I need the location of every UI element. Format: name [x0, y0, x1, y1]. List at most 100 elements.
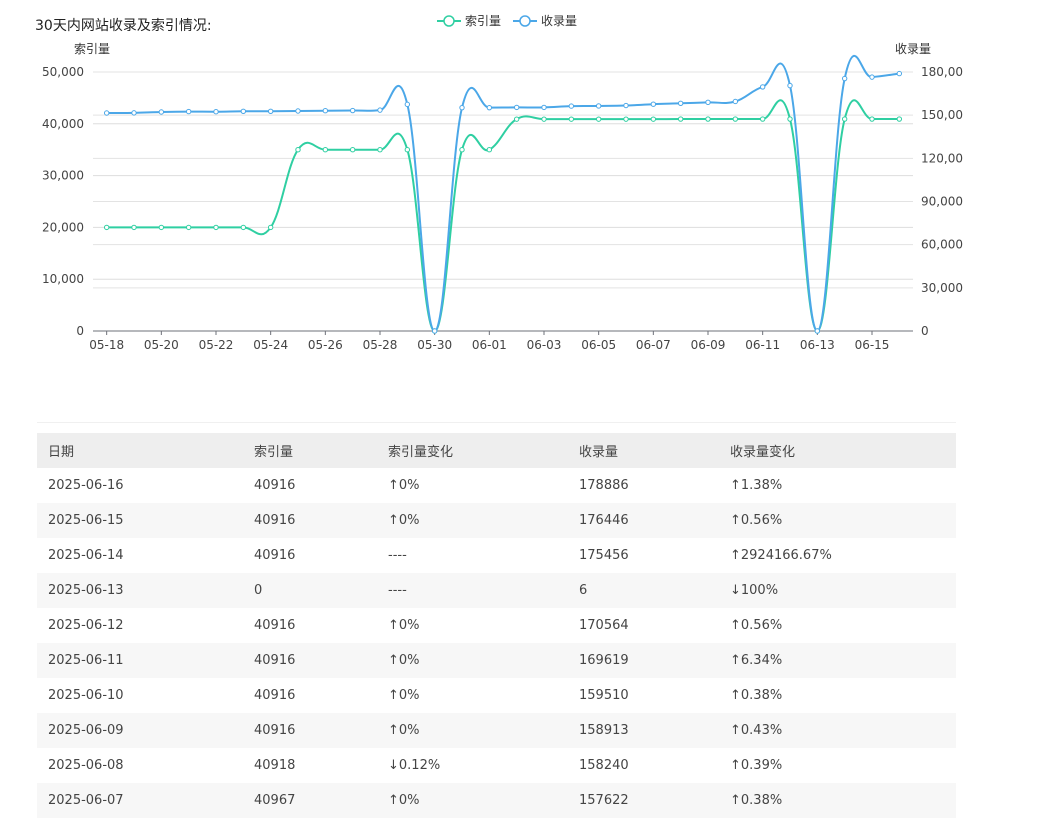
data-point[interactable] [787, 82, 793, 89]
data-point[interactable] [267, 224, 274, 231]
table-row: 2025-06-13 0 ---- 6 ↓100% [37, 573, 956, 608]
cell-included: 157622 [568, 783, 719, 818]
data-point[interactable] [787, 116, 793, 122]
cell-index: 40916 [243, 643, 377, 678]
data-point[interactable] [404, 101, 411, 108]
data-point[interactable] [267, 108, 274, 114]
data-point[interactable] [240, 108, 247, 114]
data-point[interactable] [377, 107, 383, 113]
legend-label: 索引量 [465, 14, 501, 28]
header-date[interactable]: 日期 [37, 433, 243, 468]
data-point[interactable] [322, 108, 329, 114]
data-point[interactable] [486, 104, 493, 111]
cell-included-change: ↑2924166.67% [719, 538, 956, 573]
data-point[interactable] [541, 104, 547, 111]
data-point[interactable] [486, 147, 493, 153]
cell-index-change: ↑0% [377, 643, 568, 678]
data-point[interactable] [185, 108, 192, 115]
data-point[interactable] [841, 116, 848, 122]
x-tick-label: 05-24 [253, 338, 288, 352]
table-row: 2025-06-16 40916 ↑0% 178886 ↑1.38% [37, 468, 956, 503]
y-left-axis-label: 索引量 [74, 42, 110, 56]
data-point[interactable] [513, 104, 520, 111]
data-point[interactable] [595, 103, 602, 109]
data-point[interactable] [131, 110, 137, 116]
cell-index-change: ---- [377, 538, 568, 573]
cell-index: 40916 [243, 503, 377, 538]
data-point[interactable] [513, 116, 520, 122]
data-point[interactable] [869, 74, 875, 80]
data-point[interactable] [459, 147, 465, 153]
header-index[interactable]: 索引量 [243, 433, 377, 468]
data-point[interactable] [158, 109, 165, 115]
y-right-tick-label: 60,000 [921, 238, 963, 252]
data-point[interactable] [732, 98, 739, 105]
data-point[interactable] [677, 100, 684, 107]
data-point[interactable] [759, 116, 766, 122]
data-point[interactable] [568, 103, 575, 109]
data-point[interactable] [568, 116, 575, 122]
table-row: 2025-06-09 40916 ↑0% 158913 ↑0.43% [37, 713, 956, 748]
cell-included-change: ↑1.38% [719, 468, 956, 503]
data-point[interactable] [896, 116, 903, 122]
table-row: 2025-06-08 40918 ↓0.12% 158240 ↑0.39% [37, 748, 956, 783]
data-point[interactable] [213, 224, 219, 231]
data-point[interactable] [404, 147, 411, 153]
data-point[interactable] [213, 109, 219, 115]
data-point[interactable] [240, 224, 247, 231]
data-point[interactable] [650, 116, 657, 122]
data-point[interactable] [349, 107, 356, 114]
data-point[interactable] [185, 224, 192, 231]
header-index-change[interactable]: 索引量变化 [377, 433, 568, 468]
data-point[interactable] [131, 224, 137, 231]
data-point[interactable] [623, 102, 629, 109]
legend-item-index[interactable]: 索引量 [437, 14, 501, 28]
cell-index-change: ↑0% [377, 713, 568, 748]
data-point[interactable] [650, 101, 657, 107]
table-row: 2025-06-15 40916 ↑0% 176446 ↑0.56% [37, 503, 956, 538]
data-point[interactable] [158, 224, 165, 231]
data-point[interactable] [349, 147, 356, 153]
header-included[interactable]: 收录量 [568, 433, 719, 468]
data-point[interactable] [705, 116, 711, 122]
data-point[interactable] [459, 104, 465, 111]
x-tick-label: 06-01 [472, 338, 507, 352]
cell-index: 40967 [243, 783, 377, 818]
data-point[interactable] [705, 99, 711, 106]
header-included-change[interactable]: 收录量变化 [719, 433, 956, 468]
data-point[interactable] [103, 224, 110, 231]
y-left-tick-label: 20,000 [42, 220, 84, 234]
y-right-tick-label: 30,000 [921, 281, 963, 295]
cell-included-change: ↑0.56% [719, 608, 956, 643]
cell-index: 40916 [243, 678, 377, 713]
x-axis-ticks: 05-18 05-20 05-22 05-24 05-26 05-28 05-30 06-01… [89, 331, 889, 352]
x-tick-label: 05-30 [417, 338, 452, 352]
data-point[interactable] [595, 116, 602, 122]
table-divider [37, 422, 956, 423]
cell-included: 176446 [568, 503, 719, 538]
data-point[interactable] [814, 328, 821, 334]
legend-item-included[interactable]: 收录量 [513, 14, 577, 28]
data-point[interactable] [541, 116, 547, 122]
cell-index: 40918 [243, 748, 377, 783]
series-layer [103, 54, 903, 334]
cell-index-change: ---- [377, 573, 568, 608]
data-point[interactable] [377, 147, 383, 153]
data-point[interactable] [431, 328, 438, 334]
data-point[interactable] [295, 147, 301, 153]
cell-date: 2025-06-12 [37, 608, 243, 643]
data-point[interactable] [295, 108, 301, 114]
data-point[interactable] [103, 110, 110, 116]
x-tick-label: 06-13 [800, 338, 835, 352]
data-point[interactable] [869, 116, 875, 122]
cell-index: 0 [243, 573, 377, 608]
data-point[interactable] [896, 70, 903, 77]
data-point[interactable] [623, 116, 629, 122]
y-left-tick-label: 50,000 [42, 65, 84, 79]
cell-included-change: ↑0.39% [719, 748, 956, 783]
data-point[interactable] [732, 116, 739, 122]
data-point[interactable] [322, 147, 329, 153]
data-point[interactable] [677, 116, 684, 122]
data-point[interactable] [759, 84, 766, 90]
data-point[interactable] [841, 75, 848, 82]
